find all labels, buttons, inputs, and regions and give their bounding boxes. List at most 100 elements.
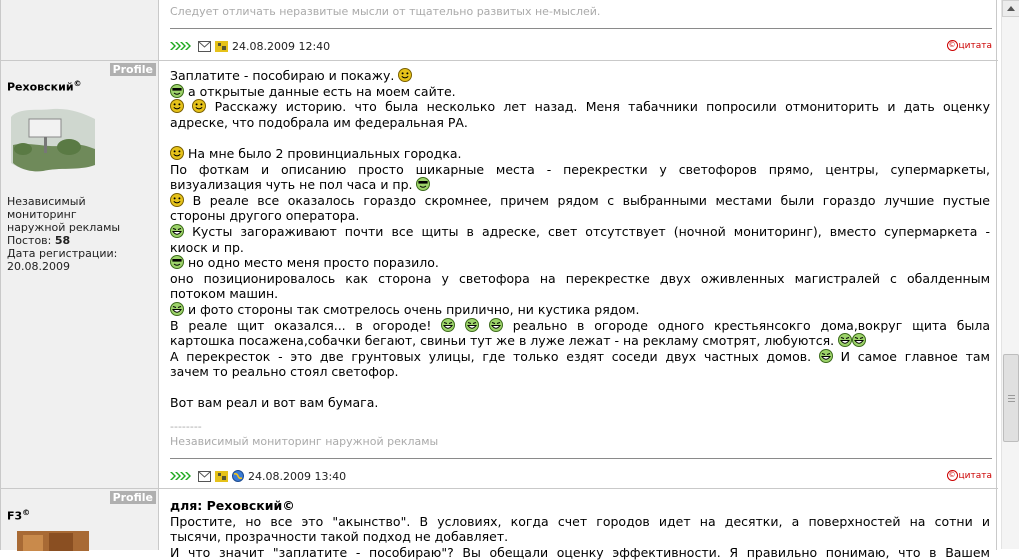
post-line: но одно место меня просто поразило.: [170, 255, 990, 271]
post-line: визуализация чуть не пол часа и пр.: [170, 177, 990, 193]
author-mark: ©: [73, 79, 82, 88]
text: и фото стороны так смотрелось очень прил…: [187, 301, 640, 317]
post-f3: Profile F3© для: Реховский© Простите, но…: [0, 488, 998, 560]
smile-icon: [398, 68, 413, 82]
cool-smile-icon: [416, 177, 431, 192]
divider: [170, 458, 992, 459]
smile-icon: [170, 192, 184, 207]
text: реально в огороде одного крестьянсокго д…: [512, 317, 990, 333]
arrows-icon[interactable]: [170, 41, 192, 51]
envelope-icon[interactable]: [198, 470, 211, 482]
post-line: Кусты загораживают почти все щиты в адре…: [170, 223, 990, 240]
post-line: и фото стороны так смотрелось очень прил…: [170, 301, 990, 318]
globe-icon[interactable]: [232, 470, 244, 482]
signature-separator: --------: [170, 420, 202, 433]
arrows-icon[interactable]: [170, 471, 192, 481]
grip-line: [1008, 398, 1015, 399]
quote-button[interactable]: © цитата: [946, 470, 993, 481]
post-body: для: Реховский© Простите, но все это "ак…: [170, 498, 990, 560]
profile-button[interactable]: Profile: [109, 63, 156, 76]
post-line: И что значит "заплатите - пособираю"? Вы…: [170, 544, 990, 560]
reg-date: 20.08.2009: [7, 260, 70, 273]
envelope-icon[interactable]: [198, 40, 211, 52]
posts-label: Постов:: [7, 234, 52, 247]
laugh-icon: [838, 333, 853, 348]
post-line: Заплатите - пособираю и покажу.: [170, 68, 990, 84]
laugh-icon: [441, 317, 456, 332]
smile-icon: [170, 99, 184, 114]
smile-icon: [192, 99, 207, 114]
user-info-icon[interactable]: [215, 40, 228, 52]
copyright-icon: ©: [946, 40, 958, 51]
post-title: для: Реховский©: [170, 498, 295, 513]
laugh-icon: [465, 317, 480, 332]
author-name[interactable]: Реховский©: [7, 79, 82, 94]
smile-icon: [170, 145, 184, 160]
divider: [170, 28, 992, 29]
text: В реале все оказалось гораздо скромнее, …: [192, 192, 990, 208]
post-line: Простите, но все это "акынство". В услов…: [170, 513, 990, 529]
quote-label: цитата: [958, 40, 993, 51]
text: Кусты загораживают почти все щиты в адре…: [192, 223, 990, 239]
post-line: зачем то реально стоял светофор.: [170, 364, 399, 380]
text: Заплатите - пособираю и покажу.: [170, 68, 395, 83]
grip-line: [1008, 401, 1015, 402]
text: В реале щит оказался... в огороде!: [170, 317, 432, 333]
post-rekhovsky: Profile Реховский© Независимый мониторин…: [0, 60, 998, 489]
post-previous: Следует отличать неразвитые мысли от тща…: [0, 0, 998, 60]
post-line: а открытые данные есть на моем сайте.: [170, 83, 990, 100]
post-line: Вот вам реал и вот вам бумага.: [170, 395, 379, 411]
grip-line: [1008, 395, 1015, 396]
author-title: Независимый мониторинг: [7, 195, 86, 221]
post-footer: 24.08.2009 13:40: [170, 469, 346, 483]
post-line: адреске, что подобрала им федеральная РА…: [170, 114, 468, 130]
profile-button[interactable]: Profile: [109, 491, 156, 504]
author-name[interactable]: F3©: [7, 508, 30, 523]
laugh-icon: [818, 348, 833, 363]
scroll-thumb[interactable]: [1003, 354, 1019, 442]
text: А перекресток - это две грунтовых улицы,…: [170, 348, 812, 364]
text: но одно место меня просто поразило.: [187, 255, 439, 271]
posts-count-row: Постов: 58: [7, 234, 158, 247]
post-line: оно позиционировалось как сторона у свет…: [170, 270, 990, 286]
post-line: потоком машин.: [170, 286, 279, 302]
laugh-icon: [170, 223, 184, 238]
signature: Следует отличать неразвитые мысли от тща…: [170, 5, 601, 18]
post-line: Расскажу историю. что была несколько лет…: [170, 99, 990, 115]
post-line: картошка посажена,собачки бегают, свиньи…: [170, 333, 990, 349]
quote-button[interactable]: © цитата: [946, 40, 993, 51]
scroll-up-button[interactable]: [1002, 0, 1019, 17]
message-cell: Следует отличать неразвитые мысли от тща…: [160, 0, 997, 60]
quote-label: цитата: [958, 470, 993, 481]
author-mark: ©: [22, 508, 31, 517]
post-line: киоск и пр.: [170, 239, 244, 255]
user-info-icon[interactable]: [215, 470, 228, 482]
copyright-icon: ©: [946, 470, 958, 481]
post-date: 24.08.2009 13:40: [248, 469, 347, 483]
signature: Независимый мониторинг наружной рекламы: [170, 435, 439, 448]
forum-thread: Следует отличать неразвитые мысли от тща…: [0, 0, 998, 560]
message-cell: Заплатите - пособираю и покажу. а открыт…: [160, 61, 997, 489]
avatar: [11, 108, 95, 172]
post-line: тысячи, прозрачности такой подход не доб…: [170, 529, 509, 545]
laugh-icon: [852, 333, 867, 348]
text: На мне было 2 провинциальных городка.: [187, 145, 462, 161]
message-cell: для: Реховский© Простите, но все это "ак…: [160, 489, 997, 560]
post-date: 24.08.2009 12:40: [232, 39, 331, 53]
author-title: наружной рекламы: [7, 221, 121, 234]
vertical-scrollbar[interactable]: [1001, 0, 1019, 549]
posts-count: 58: [54, 234, 71, 247]
author-cell: [0, 0, 159, 60]
author-info: Независимый мониторинг наружной рекламы …: [7, 195, 158, 273]
text: а открытые данные есть на моем сайте.: [187, 83, 456, 99]
text: картошка посажена,собачки бегают, свиньи…: [170, 333, 835, 349]
laugh-icon: [488, 317, 503, 332]
cool-smile-icon: [170, 255, 184, 270]
reg-label: Дата регистрации:: [7, 247, 118, 260]
laugh-icon: [170, 301, 184, 316]
post-line: А перекресток - это две грунтовых улицы,…: [170, 348, 990, 365]
author-cell: Profile F3©: [0, 489, 159, 551]
post-line: На мне было 2 провинциальных городка.: [170, 145, 990, 162]
cool-smile-icon: [170, 83, 184, 98]
